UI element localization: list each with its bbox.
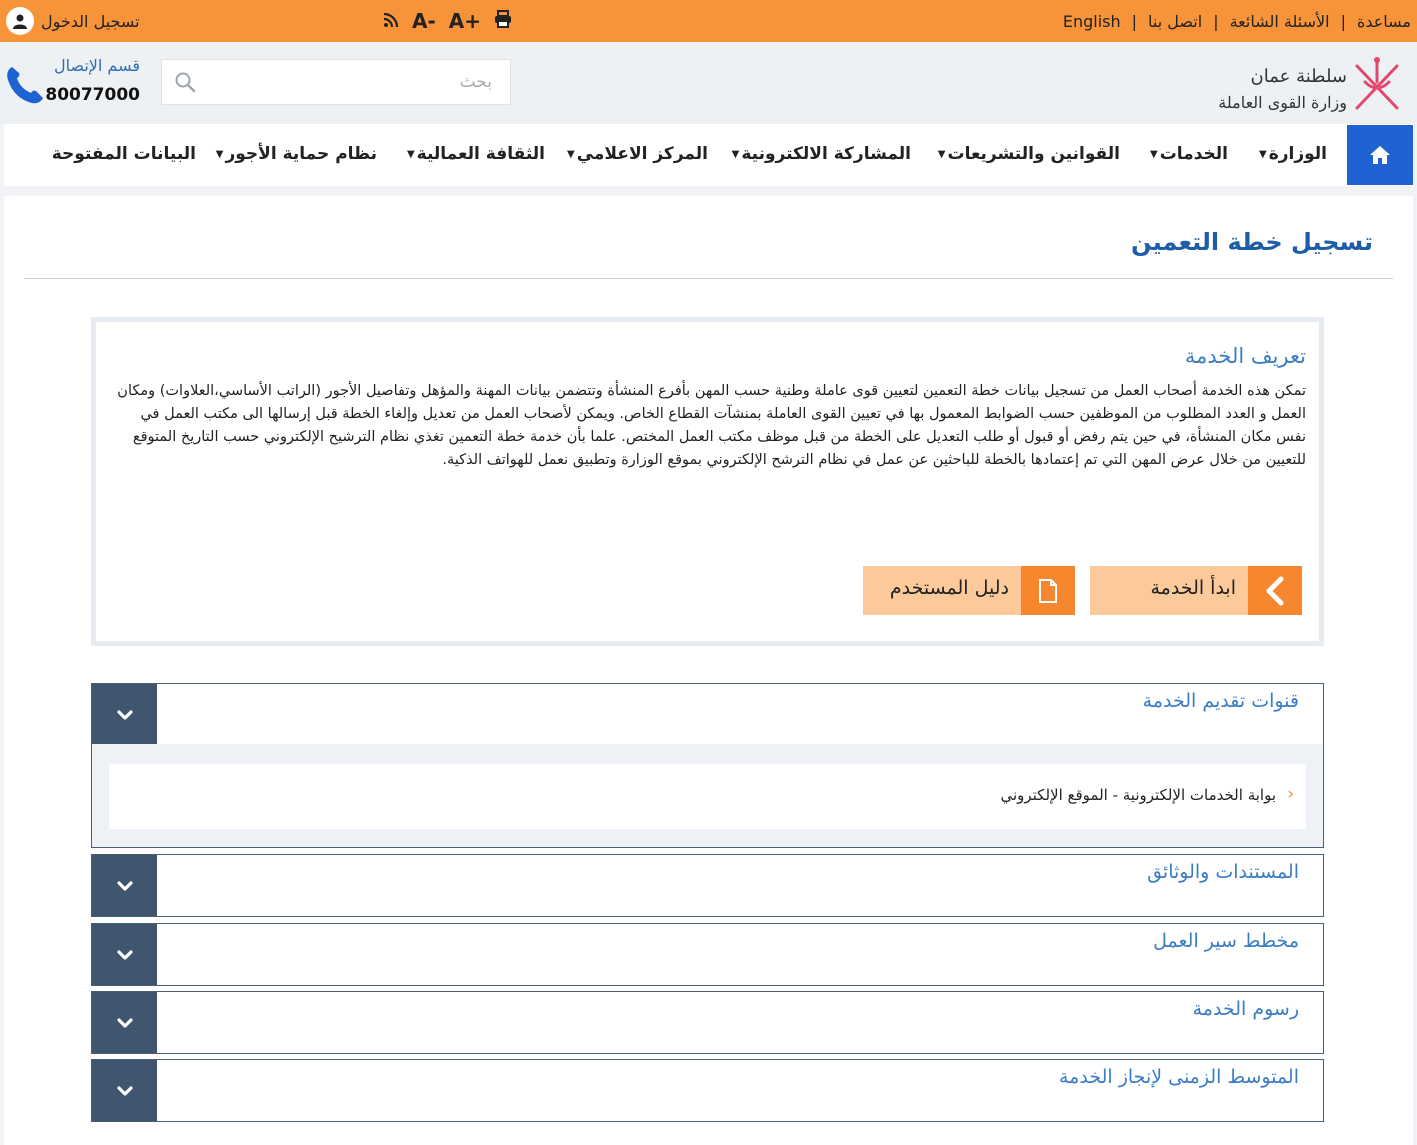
nav-item-labor-culture[interactable]: الثقافة العمالية▼ — [407, 144, 545, 164]
main-navigation: الوزارة▼ الخدمات▼ القوانين والتشريعات▼ ا… — [4, 124, 1413, 186]
search-box — [161, 59, 511, 105]
nav-label: القوانين والتشريعات — [947, 144, 1120, 164]
user-guide-label: دليل المستخدم — [889, 577, 1009, 599]
font-decrease-button[interactable]: A- — [412, 9, 436, 33]
site-header: سلطنة عمان وزارة القوى العاملة قسم الإتص… — [0, 42, 1417, 124]
logo-line1: سلطنة عمان — [1251, 66, 1347, 87]
login-button[interactable]: تسجيل الدخول — [6, 6, 140, 36]
faq-link[interactable]: الأسئلة الشائعة — [1230, 12, 1330, 31]
nav-label: الخدمات — [1159, 144, 1228, 164]
nav-item-e-participation[interactable]: المشاركة الالكترونية▼ — [732, 144, 911, 164]
link-separator: | — [1131, 11, 1138, 31]
logo-line2: وزارة القوى العاملة — [1218, 93, 1347, 112]
chevron-down-icon — [116, 949, 133, 960]
nav-item-services[interactable]: الخدمات▼ — [1150, 144, 1228, 164]
accordion-service-channels[interactable]: قنوات تقديم الخدمة — [91, 683, 1324, 746]
print-icon[interactable] — [494, 9, 512, 33]
accordion-toggle[interactable] — [92, 924, 157, 985]
caret-down-icon: ▼ — [406, 149, 415, 160]
accordion-workflow[interactable]: مخطط سير العمل — [91, 923, 1324, 986]
chevron-down-icon — [116, 709, 133, 720]
oman-emblem-icon: سلطنة عمان وزارة القوى العاملة — [1218, 57, 1399, 112]
nav-label: المركز الاعلامي — [576, 144, 708, 164]
accordion-toggle[interactable] — [92, 684, 157, 745]
accordion-title: مخطط سير العمل — [1153, 930, 1299, 952]
rss-icon[interactable] — [383, 9, 399, 33]
chevron-left-icon — [1248, 566, 1302, 615]
definition-text: تمكن هذه الخدمة أصحاب العمل من تسجيل بيا… — [117, 383, 1306, 468]
service-definition-box: تعريف الخدمة تمكن هذه الخدمة أصحاب العمل… — [91, 317, 1324, 646]
link-separator: | — [1340, 11, 1346, 31]
definition-title: تعريف الخدمة — [1184, 344, 1306, 368]
user-guide-button[interactable]: دليل المستخدم — [863, 566, 1075, 615]
document-icon — [1021, 566, 1075, 615]
channel-label: بوابة الخدمات الإلكترونية - الموقع الإلك… — [1000, 786, 1276, 804]
accessibility-tools: A- A+ — [383, 0, 512, 42]
ministry-logo[interactable]: سلطنة عمان وزارة القوى العاملة — [1207, 52, 1407, 118]
nav-label: الوزارة — [1268, 144, 1327, 164]
chevron-down-icon — [116, 880, 133, 891]
phone-icon — [4, 64, 46, 110]
accordion-documents[interactable]: المستندات والوثائق — [91, 854, 1324, 917]
nav-item-laws[interactable]: القوانين والتشريعات▼ — [938, 144, 1120, 164]
nav-label: الثقافة العمالية — [416, 144, 545, 164]
accordion-body-service-channels: › بوابة الخدمات الإلكترونية - الموقع الإ… — [91, 744, 1324, 848]
title-divider — [24, 278, 1393, 279]
start-service-label: ابدأ الخدمة — [1150, 577, 1236, 599]
chevron-down-icon — [116, 1085, 133, 1096]
nav-label: المشاركة الالكترونية — [741, 144, 911, 164]
search-icon[interactable] — [174, 71, 196, 97]
accordion-toggle[interactable] — [92, 1060, 157, 1121]
top-bar: مساعدة | الأسئلة الشائعة | اتصل بنا | En… — [0, 0, 1417, 42]
nav-item-ministry[interactable]: الوزارة▼ — [1259, 144, 1327, 164]
search-input[interactable] — [202, 60, 502, 104]
accordion-toggle[interactable] — [92, 855, 157, 916]
accordion-title: رسوم الخدمة — [1192, 998, 1299, 1020]
user-icon — [6, 7, 34, 35]
main-content: تسجيل خطة التعمين تعريف الخدمة تمكن هذه … — [4, 196, 1413, 1145]
contact-number: 80077000 — [45, 85, 140, 105]
nav-item-wage-protection[interactable]: نظام حماية الأجور▼ — [216, 144, 377, 164]
caret-down-icon: ▼ — [1150, 149, 1158, 160]
accordion-toggle[interactable] — [92, 992, 157, 1053]
accordion-average-time[interactable]: المتوسط الزمنى لإنجاز الخدمة — [91, 1059, 1324, 1122]
caret-down-icon: ▼ — [937, 149, 946, 160]
home-button[interactable] — [1347, 125, 1413, 185]
caret-down-icon: ▼ — [731, 149, 740, 160]
link-separator: | — [1213, 11, 1219, 31]
nav-label: نظام حماية الأجور — [225, 144, 377, 164]
font-increase-button[interactable]: A+ — [449, 9, 481, 33]
accordion-title: قنوات تقديم الخدمة — [1142, 690, 1299, 712]
top-links: مساعدة | الأسئلة الشائعة | اتصل بنا | En… — [1063, 0, 1411, 42]
channel-item[interactable]: › بوابة الخدمات الإلكترونية - الموقع الإ… — [109, 764, 1306, 829]
accordion-service-fees[interactable]: رسوم الخدمة — [91, 991, 1324, 1054]
home-icon — [1370, 146, 1390, 164]
accordion-title: المستندات والوثائق — [1147, 861, 1299, 883]
accordion-title: المتوسط الزمنى لإنجاز الخدمة — [1059, 1066, 1299, 1088]
english-link[interactable]: English — [1063, 12, 1121, 31]
nav-item-open-data[interactable]: البيانات المفتوحة — [52, 144, 196, 164]
caret-down-icon: ▼ — [215, 149, 224, 160]
login-label: تسجيل الدخول — [41, 11, 140, 31]
start-service-button[interactable]: ابدأ الخدمة — [1090, 566, 1302, 615]
contact-us-link[interactable]: اتصل بنا — [1148, 12, 1202, 31]
caret-down-icon: ▼ — [567, 149, 575, 160]
help-link[interactable]: مساعدة — [1357, 12, 1411, 31]
contact-label: قسم الإتصال — [53, 56, 140, 75]
nav-item-media-center[interactable]: المركز الاعلامي▼ — [567, 144, 708, 164]
page-title: تسجيل خطة التعمين — [1131, 228, 1373, 256]
contact-center[interactable]: قسم الإتصال 80077000 — [4, 54, 140, 110]
bullet-icon: › — [1287, 784, 1294, 804]
chevron-down-icon — [116, 1017, 133, 1028]
caret-down-icon: ▼ — [1258, 149, 1267, 160]
